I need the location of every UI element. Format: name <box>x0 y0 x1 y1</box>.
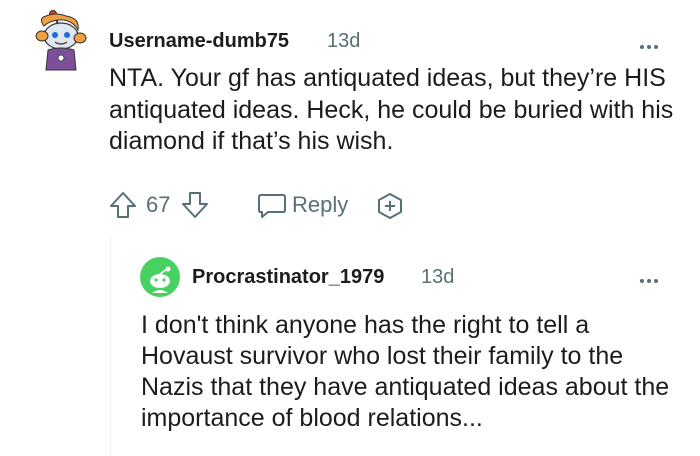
more-options-icon[interactable] <box>640 270 664 283</box>
reply-username[interactable]: Procrastinator_1979 <box>192 266 384 289</box>
upvote-button[interactable] <box>108 190 138 220</box>
upvote-arrow-icon <box>110 192 136 218</box>
snoo-avatar-icon <box>35 10 87 71</box>
award-icon <box>378 193 402 219</box>
comment-bubble-icon <box>258 194 286 218</box>
vote-score: 67 <box>146 192 171 217</box>
reply-user-avatar[interactable] <box>140 257 180 297</box>
downvote-button[interactable] <box>180 190 210 220</box>
comment-actions: 67 Reply <box>108 188 438 222</box>
comment-username[interactable]: Username-dumb75 <box>109 30 289 53</box>
reply-button[interactable]: Reply <box>256 190 348 220</box>
user-avatar[interactable] <box>34 8 90 72</box>
reply-label: Reply <box>292 192 349 217</box>
comment-timestamp[interactable]: 13d <box>327 30 360 53</box>
default-avatar-icon <box>140 257 180 297</box>
reply-body: I don't think anyone has the right to te… <box>141 311 670 432</box>
reply-timestamp[interactable]: 13d <box>421 266 454 289</box>
thread-line[interactable] <box>110 236 111 456</box>
award-button[interactable] <box>376 192 404 220</box>
more-options-icon[interactable] <box>640 36 664 49</box>
comment-body: NTA. Your gf has antiquated ideas, but t… <box>109 64 674 155</box>
downvote-arrow-icon <box>182 192 208 218</box>
